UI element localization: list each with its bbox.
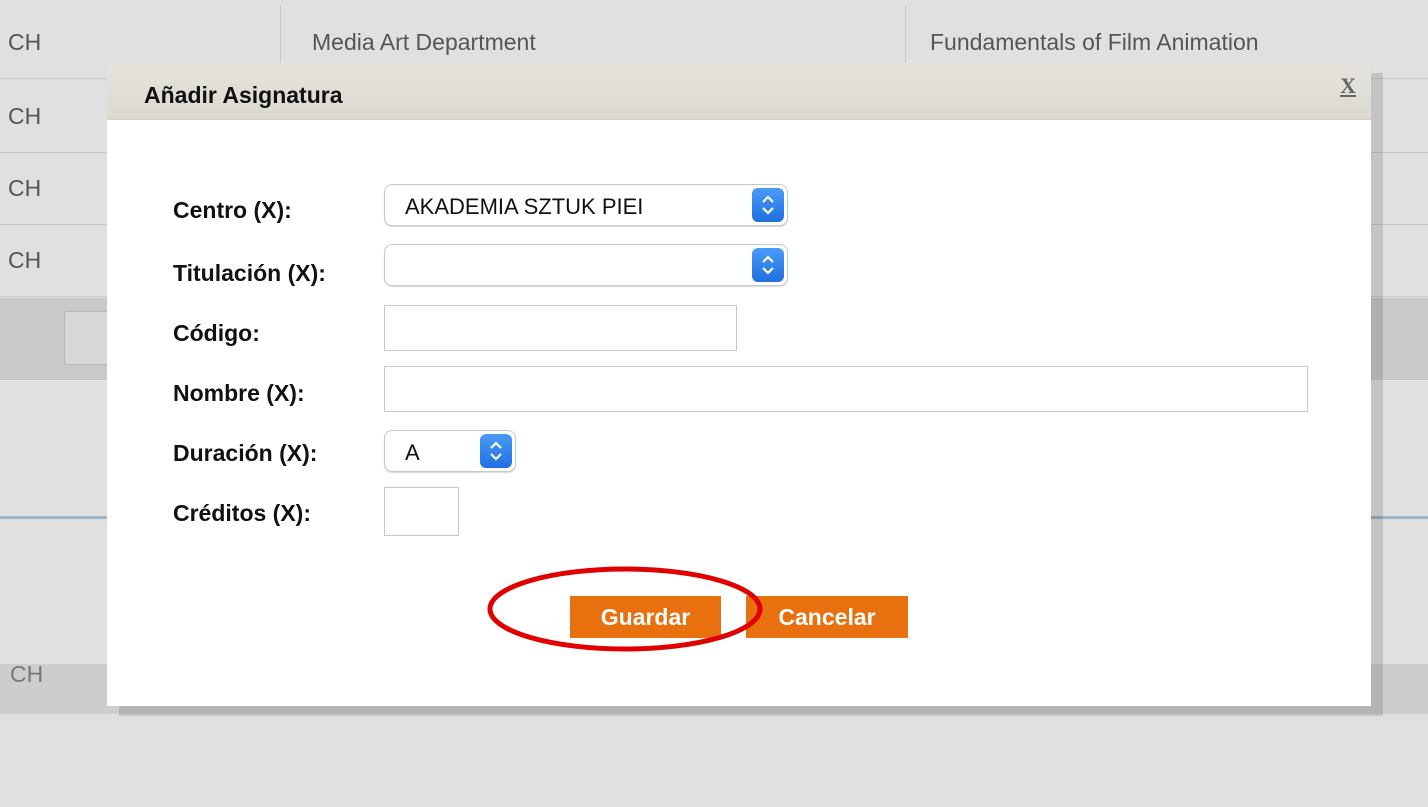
titulacion-select[interactable] <box>384 244 788 286</box>
up-down-chevron-icon <box>752 188 784 222</box>
creditos-input[interactable] <box>384 487 459 536</box>
creditos-label: Créditos (X): <box>173 500 311 526</box>
cancel-button[interactable]: Cancelar <box>746 596 908 638</box>
centro-select[interactable]: AKADEMIA SZTUK PIEI <box>384 184 788 226</box>
close-button[interactable]: X <box>1340 73 1356 99</box>
table-cell: CH <box>10 664 44 684</box>
duracion-selected-value: A <box>405 440 420 465</box>
nombre-input[interactable] <box>384 366 1308 412</box>
save-button[interactable]: Guardar <box>570 596 721 638</box>
dialog-header: Añadir Asignatura X <box>107 63 1371 120</box>
dialog-title: Añadir Asignatura <box>144 82 343 108</box>
duracion-select[interactable]: A <box>384 430 516 472</box>
duracion-label: Duración (X): <box>173 440 318 466</box>
table-cell: CH <box>8 103 42 129</box>
centro-label: Centro (X): <box>173 197 292 223</box>
add-subject-dialog: Añadir Asignatura X Centro (X): AKADEMIA… <box>107 63 1371 706</box>
centro-selected-value: AKADEMIA SZTUK PIEI <box>405 194 644 219</box>
nombre-label: Nombre (X): <box>173 380 305 406</box>
table-cell: CH <box>8 247 42 273</box>
up-down-chevron-icon <box>480 434 512 468</box>
titulacion-label: Titulación (X): <box>173 260 326 286</box>
table-cell: CH <box>8 29 42 55</box>
codigo-label: Código: <box>173 320 260 346</box>
table-cell: CH <box>8 175 42 201</box>
codigo-input[interactable] <box>384 305 737 351</box>
up-down-chevron-icon <box>752 248 784 282</box>
